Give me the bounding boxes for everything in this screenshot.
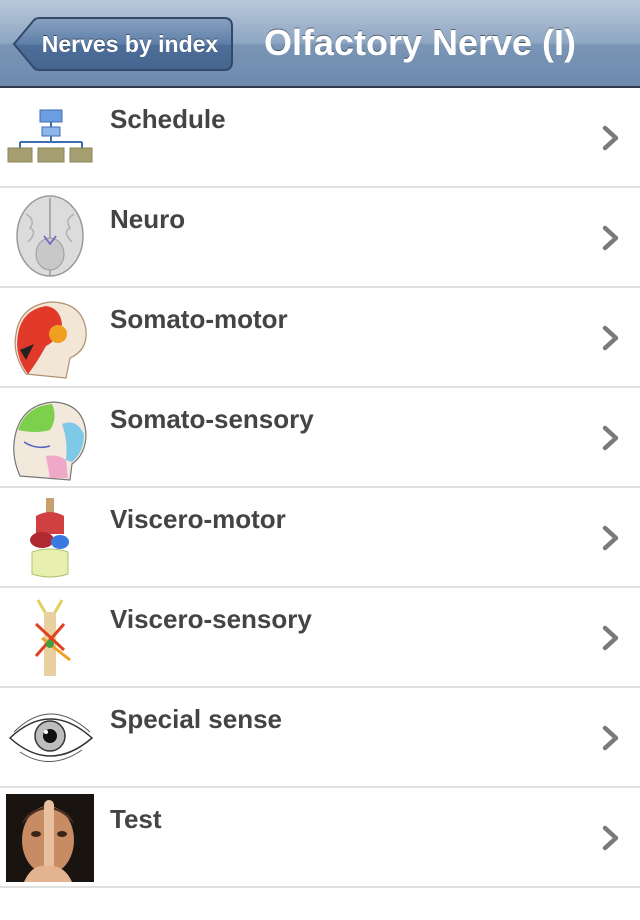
viscero-sensory-icon [6, 594, 94, 682]
navigation-bar: Nerves by index Olfactory Nerve (I) [0, 0, 640, 88]
head-sensory-map-icon [6, 394, 94, 482]
chevron-right-icon [602, 125, 619, 151]
list-item-label: Viscero-motor [110, 504, 286, 534]
chevron-right-icon [602, 525, 619, 551]
list-item-somato-motor[interactable]: Somato-motor [0, 288, 640, 388]
back-button[interactable]: Nerves by index [12, 16, 234, 72]
page-title: Olfactory Nerve (I) [263, 22, 577, 63]
list-item-viscero-motor[interactable]: Viscero-motor [0, 488, 640, 588]
chevron-right-icon [602, 225, 619, 251]
eye-icon [6, 694, 94, 782]
list-item-label: Schedule [110, 104, 226, 134]
chevron-right-icon [602, 625, 619, 651]
chevron-right-icon [602, 725, 619, 751]
list-item-neuro[interactable]: Neuro [0, 188, 640, 288]
chevron-right-icon [602, 325, 619, 351]
list-item-test[interactable]: Test [0, 788, 640, 888]
list-item-label: Somato-motor [110, 304, 288, 334]
test-photo-icon [6, 794, 94, 882]
list-item-label: Somato-sensory [110, 404, 314, 434]
head-muscles-icon [6, 294, 94, 382]
list-item-label: Neuro [110, 204, 186, 234]
list-item-label: Special sense [110, 704, 282, 734]
chevron-right-icon [602, 825, 619, 851]
list-item-somato-sensory[interactable]: Somato-sensory [0, 388, 640, 488]
brain-icon [6, 194, 94, 282]
chevron-right-icon [602, 425, 619, 451]
list-item-special-sense[interactable]: Special sense [0, 688, 640, 788]
viscera-icon [6, 494, 94, 582]
flowchart-icon [6, 94, 94, 182]
sections-list: Schedule Neuro Somato-motor Somato-senso… [0, 88, 640, 888]
list-item-label: Viscero-sensory [110, 604, 312, 634]
back-button-label: Nerves by index [41, 31, 219, 57]
list-item-viscero-sensory[interactable]: Viscero-sensory [0, 588, 640, 688]
list-item-label: Test [110, 804, 162, 834]
list-item-schedule[interactable]: Schedule [0, 88, 640, 188]
